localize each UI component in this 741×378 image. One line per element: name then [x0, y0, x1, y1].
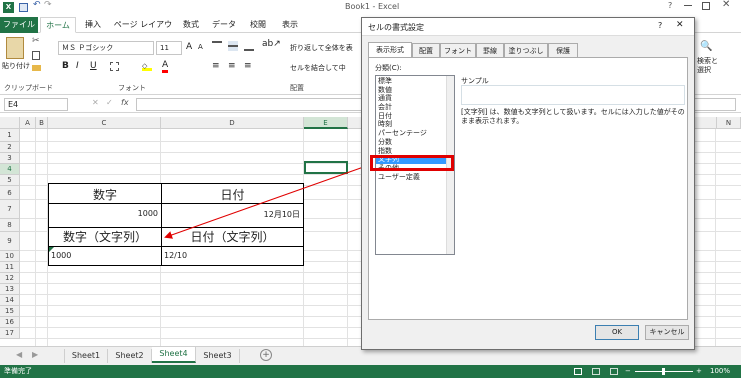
- dialog-tab-font[interactable]: フォント: [440, 43, 476, 57]
- category-item[interactable]: 指数: [376, 147, 454, 156]
- dialog-tab-number[interactable]: 表示形式: [368, 42, 412, 57]
- category-item[interactable]: 会計: [376, 103, 454, 112]
- format-description: [文字列] は、数値も文字列として扱います。セルには入力した値がそのまま表示され…: [461, 108, 685, 125]
- sheet-tab-1[interactable]: Sheet1: [64, 349, 108, 363]
- sheet-tab-2[interactable]: Sheet2: [108, 349, 152, 363]
- sheet-tab-3[interactable]: Sheet3: [196, 349, 240, 363]
- dialog-title: セルの書式設定: [368, 23, 424, 32]
- zoom-thumb[interactable]: [662, 368, 665, 375]
- dialog-tab-border[interactable]: 罫線: [476, 43, 504, 57]
- dialog-close-icon[interactable]: ✕: [676, 20, 684, 30]
- zoom-out-icon[interactable]: −: [625, 365, 631, 378]
- add-sheet-icon[interactable]: +: [260, 349, 272, 361]
- zoom-level[interactable]: 100%: [710, 365, 730, 378]
- category-item[interactable]: 時刻: [376, 120, 454, 129]
- dialog-tab-alignment[interactable]: 配置: [412, 43, 440, 57]
- normal-view-icon[interactable]: [574, 368, 582, 375]
- cancel-button[interactable]: キャンセル: [645, 325, 689, 340]
- dialog-title-bar: セルの書式設定 ? ✕: [362, 18, 694, 36]
- format-cells-dialog: セルの書式設定 ? ✕ 表示形式 配置 フォント 罫線 塗りつぶし 保護 分類(…: [361, 17, 695, 350]
- zoom-in-icon[interactable]: +: [696, 365, 702, 378]
- category-label: 分類(C):: [375, 64, 402, 72]
- sample-box: [461, 85, 685, 105]
- dialog-panel: 分類(C): 標準 数値 通貨 会計 日付 時刻 パーセンテージ 分数 指数 文字列 その他 ユーザー…: [368, 57, 688, 320]
- ok-button[interactable]: OK: [595, 325, 639, 340]
- category-item[interactable]: 通貨: [376, 94, 454, 103]
- dialog-tab-protection[interactable]: 保護: [548, 43, 578, 57]
- sheet-tab-4[interactable]: Sheet4: [152, 347, 196, 363]
- category-item[interactable]: パーセンテージ: [376, 129, 454, 138]
- category-item[interactable]: ユーザー定義: [376, 173, 454, 182]
- scroll-left-icon[interactable]: ◀: [16, 350, 22, 359]
- dialog-help-icon[interactable]: ?: [658, 21, 662, 30]
- status-text: 準備完了: [4, 367, 32, 375]
- category-item[interactable]: 分数: [376, 138, 454, 147]
- category-item[interactable]: 標準: [376, 77, 454, 86]
- page-layout-view-icon[interactable]: [592, 368, 600, 375]
- status-bar: 準備完了 − + 100%: [0, 365, 741, 378]
- scroll-right-icon[interactable]: ▶: [32, 350, 38, 359]
- dialog-tab-fill[interactable]: 塗りつぶし: [504, 43, 548, 57]
- page-break-view-icon[interactable]: [610, 368, 618, 375]
- highlight-box: [370, 155, 454, 171]
